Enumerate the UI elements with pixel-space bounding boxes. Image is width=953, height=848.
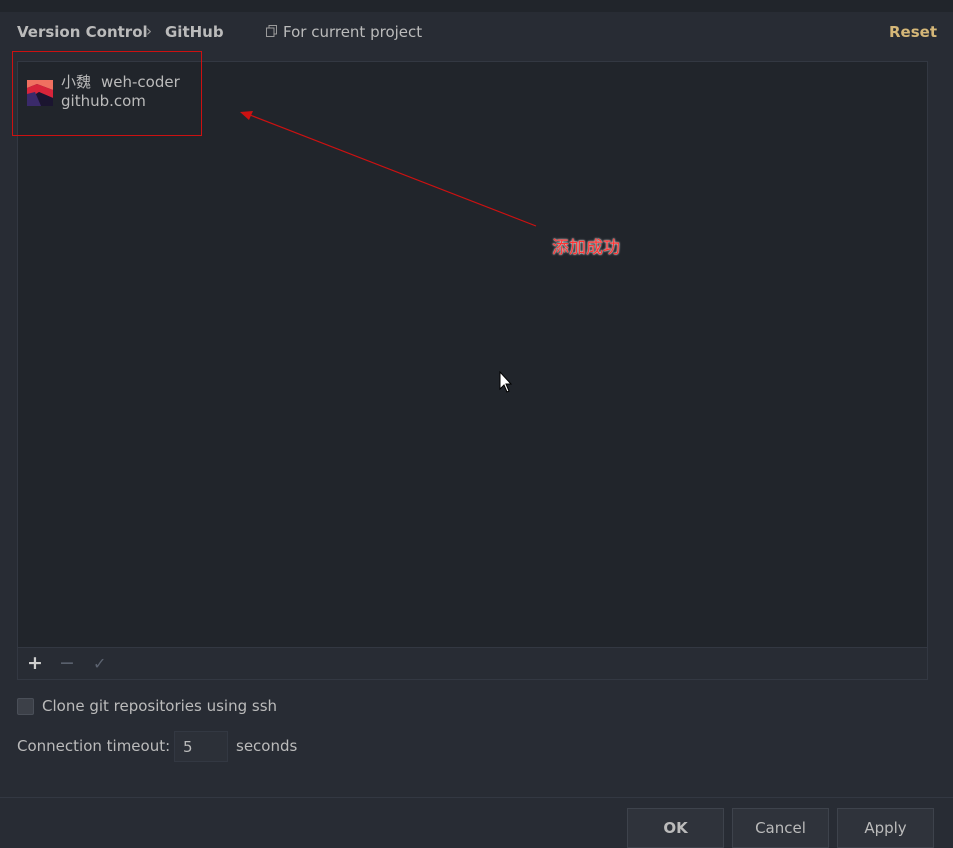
accounts-toolbar: + − ✓ (17, 648, 928, 680)
clone-ssh-label[interactable]: Clone git repositories using ssh (42, 697, 277, 715)
breadcrumb-separator: › (146, 22, 152, 40)
breadcrumb-version-control[interactable]: Version Control (17, 23, 148, 41)
annotation-label: 添加成功 (552, 238, 620, 258)
ok-button[interactable]: OK (627, 808, 724, 848)
breadcrumb-github: GitHub (165, 23, 224, 41)
set-default-check-icon[interactable]: ✓ (93, 654, 106, 674)
settings-header: Version Control › GitHub For current pro… (0, 12, 953, 52)
copy-icon (266, 25, 277, 37)
add-account-icon[interactable]: + (27, 653, 43, 673)
apply-button[interactable]: Apply (837, 808, 934, 848)
reset-link[interactable]: Reset (889, 23, 937, 41)
cancel-button[interactable]: Cancel (732, 808, 829, 848)
timeout-unit: seconds (236, 737, 298, 755)
annotation-highlight-box (12, 51, 202, 136)
timeout-label: Connection timeout: (17, 737, 171, 755)
footer-divider (0, 797, 953, 798)
scope-label: For current project (283, 23, 423, 41)
window-top-strip (0, 0, 953, 12)
remove-account-icon[interactable]: − (59, 653, 75, 673)
clone-ssh-checkbox[interactable] (17, 698, 34, 715)
accounts-list[interactable] (17, 61, 928, 648)
mouse-cursor-icon (499, 371, 513, 393)
timeout-input[interactable] (174, 731, 228, 762)
